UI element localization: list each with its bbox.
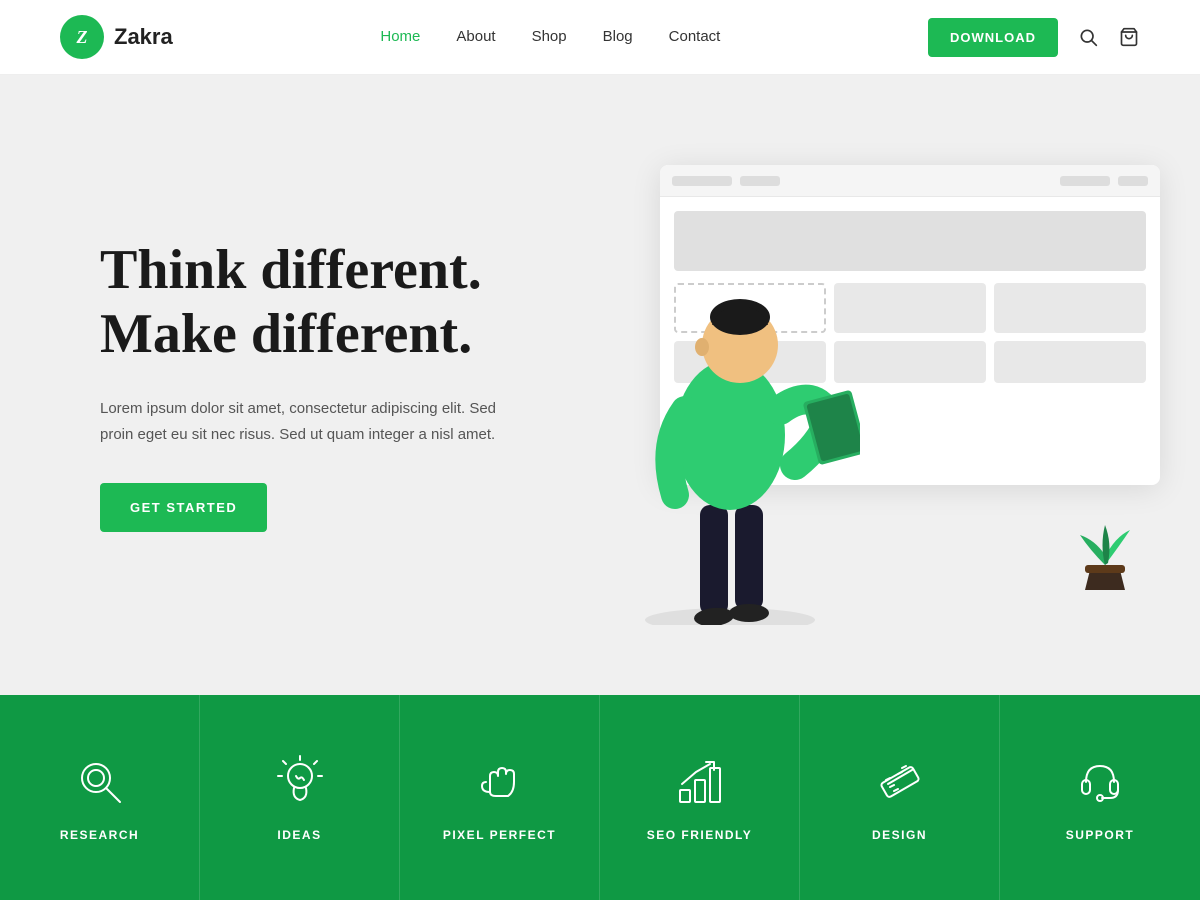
hero-illustration [600,145,1160,625]
nav-right: DOWNLOAD [928,18,1140,57]
pixel-perfect-icon [472,754,528,810]
feature-design-label: DESIGN [872,828,927,842]
feature-design[interactable]: DESIGN [800,695,1000,900]
hero-title: Think different. Make different. [100,238,520,367]
feature-ideas[interactable]: IDEAS [200,695,400,900]
logo-icon: Z [60,15,104,59]
browser-grid-item [994,283,1146,333]
search-icon[interactable] [1078,27,1098,47]
nav-link-contact[interactable]: Contact [669,28,721,45]
get-started-button[interactable]: GET STARTED [100,483,267,532]
browser-row2-item [994,341,1146,383]
hero-description: Lorem ipsum dolor sit amet, consectetur … [100,396,520,447]
research-icon [72,754,128,810]
nav-link-shop[interactable]: Shop [532,28,567,45]
hero-title-line2: Make different. [100,303,472,365]
browser-bar-item [672,176,732,186]
feature-research[interactable]: RESEARCH [0,695,200,900]
feature-support-label: SUPPORT [1066,828,1135,842]
logo[interactable]: Z Zakra [60,15,173,59]
hero-section: Think different. Make different. Lorem i… [0,75,1200,695]
nav-link-home[interactable]: Home [380,28,420,45]
cart-icon[interactable] [1118,27,1140,47]
design-icon [872,754,928,810]
navbar: Z Zakra Home About Shop Blog Contact DOW… [0,0,1200,75]
nav-links: Home About Shop Blog Contact [380,28,720,46]
support-icon [1072,754,1128,810]
seo-friendly-icon [672,754,728,810]
nav-link-about[interactable]: About [456,28,495,45]
feature-pixel-perfect-label: PIXEL PERFECT [443,828,556,842]
nav-link-blog[interactable]: Blog [603,28,633,45]
nav-item-shop[interactable]: Shop [532,28,567,46]
hero-content: Think different. Make different. Lorem i… [100,238,520,533]
browser-bar-item [1118,176,1148,186]
feature-ideas-label: IDEAS [277,828,321,842]
features-bar: RESEARCH IDEAS P [0,695,1200,900]
feature-seo-friendly-label: SEO FRIENDLY [647,828,753,842]
nav-item-blog[interactable]: Blog [603,28,633,46]
browser-bar-item [740,176,780,186]
feature-support[interactable]: SUPPORT [1000,695,1200,900]
nav-item-about[interactable]: About [456,28,495,46]
plant-illustration [1070,515,1140,595]
person-illustration [620,225,860,625]
feature-seo-friendly[interactable]: SEO FRIENDLY [600,695,800,900]
browser-bar [660,165,1160,197]
feature-pixel-perfect[interactable]: PIXEL PERFECT [400,695,600,900]
ideas-icon [272,754,328,810]
nav-item-contact[interactable]: Contact [669,28,721,46]
hero-title-line1: Think different. [100,239,482,301]
feature-research-label: RESEARCH [60,828,139,842]
browser-bar-item [1060,176,1110,186]
logo-text: Zakra [114,24,173,50]
nav-item-home[interactable]: Home [380,28,420,46]
download-button[interactable]: DOWNLOAD [928,18,1058,57]
